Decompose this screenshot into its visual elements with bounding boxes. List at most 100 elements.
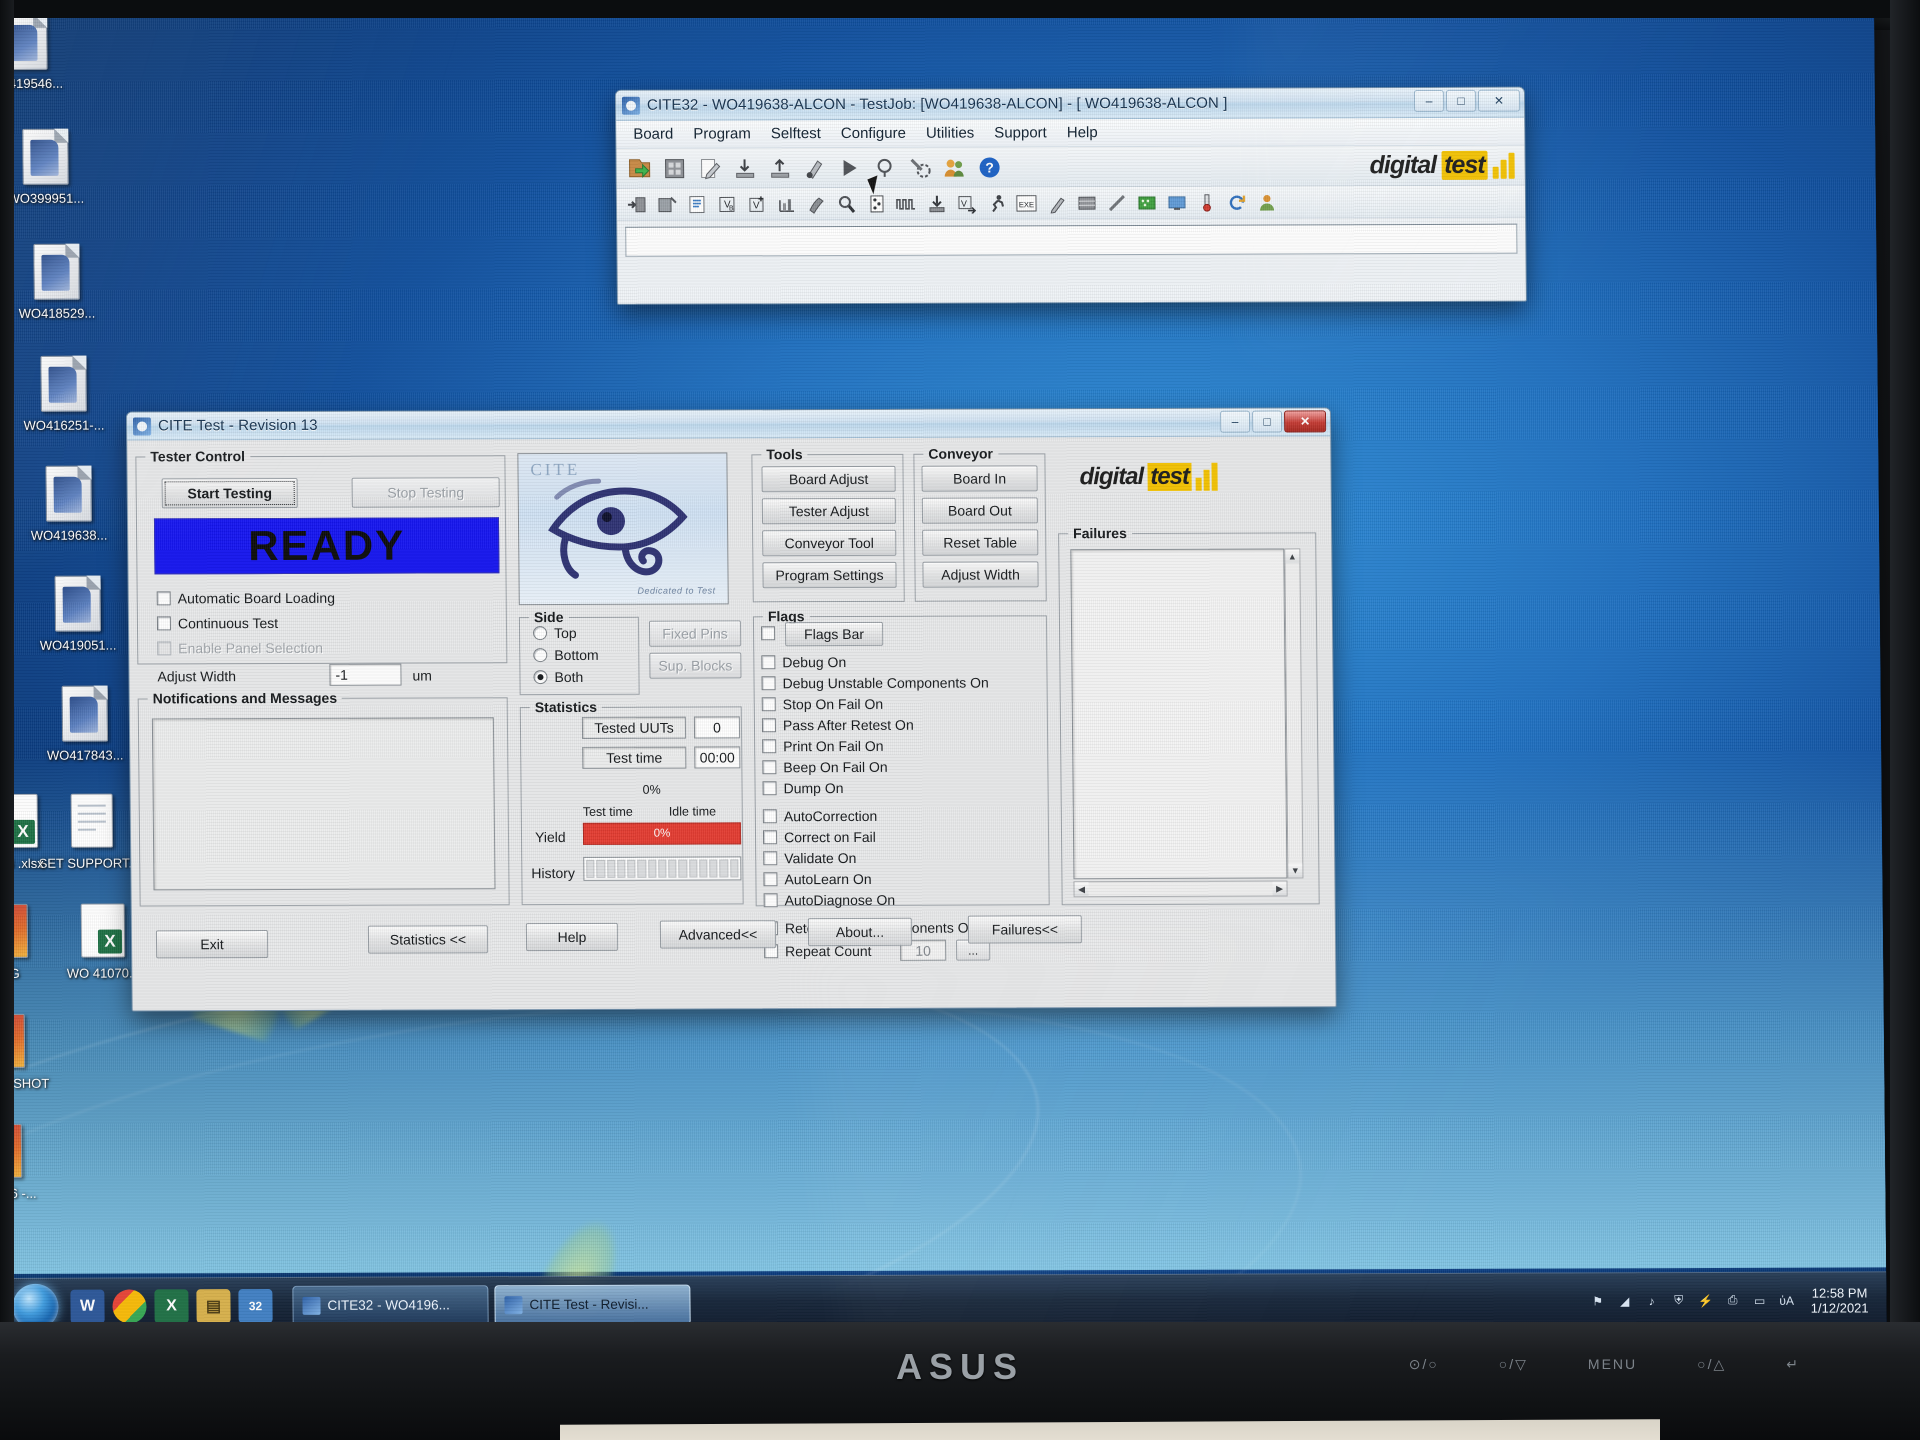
stop-testing-button[interactable]: Stop Testing bbox=[351, 477, 500, 508]
cite32-launch-icon[interactable]: 32 bbox=[238, 1288, 273, 1323]
vb-arrow-icon[interactable]: V bbox=[955, 192, 978, 215]
run-test-icon[interactable] bbox=[836, 154, 862, 180]
usb-icon[interactable]: ⚡ bbox=[1697, 1291, 1715, 1309]
pin-matrix-icon[interactable] bbox=[865, 192, 888, 215]
chart-icon[interactable] bbox=[775, 192, 798, 215]
checkbox-box[interactable] bbox=[762, 760, 777, 775]
cite32-titlebar[interactable]: CITE32 - WO419638-ALCON - TestJob: [WO41… bbox=[615, 87, 1525, 121]
menu-item-configure[interactable]: Configure bbox=[832, 122, 915, 145]
board-adjust-button[interactable]: Board Adjust bbox=[761, 465, 896, 493]
checkbox-beep-on-fail-on[interactable]: Beep On Fail On bbox=[762, 759, 888, 775]
checkbox-pass-after-retest-on[interactable]: Pass After Retest On bbox=[761, 717, 914, 734]
failures-toggle-button[interactable]: Failures<< bbox=[967, 915, 1083, 944]
download-program-icon[interactable] bbox=[731, 155, 757, 181]
radio-dot[interactable] bbox=[533, 648, 548, 663]
word-icon[interactable]: W bbox=[70, 1289, 105, 1324]
help-icon[interactable]: ? bbox=[976, 154, 1002, 180]
checkbox-autodiagnose-on[interactable]: AutoDiagnose On bbox=[763, 892, 895, 908]
menu-item-help[interactable]: Help bbox=[1058, 121, 1107, 144]
cite-test-window-buttons[interactable]: – □ ✕ bbox=[1219, 410, 1327, 433]
radio-side-both[interactable]: Both bbox=[533, 669, 583, 685]
monitor-osd-buttons[interactable]: ⊙/○ ○/▽ MENU ○/△ ↵ bbox=[1409, 1356, 1800, 1373]
osd-button-2[interactable]: ○/▽ bbox=[1499, 1356, 1528, 1373]
radio-side-bottom[interactable]: Bottom bbox=[533, 647, 599, 663]
board-in-icon[interactable] bbox=[625, 193, 648, 216]
user-icon[interactable] bbox=[1255, 191, 1278, 214]
failures-vertical-scrollbar[interactable]: ▲ ▼ bbox=[1284, 548, 1304, 879]
checkbox-stop-on-fail-on[interactable]: Stop On Fail On bbox=[761, 696, 883, 712]
maximize-button[interactable]: □ bbox=[1445, 89, 1477, 112]
desktop-icon[interactable]: WO419051... bbox=[17, 575, 138, 653]
checkbox-box[interactable] bbox=[763, 851, 778, 866]
battery-icon[interactable]: ▭ bbox=[1751, 1291, 1769, 1309]
checkbox-box[interactable] bbox=[762, 739, 777, 754]
vb-add-icon[interactable]: V bbox=[745, 192, 768, 215]
checkbox-flags-bar[interactable] bbox=[761, 626, 776, 641]
refresh-icon[interactable] bbox=[1225, 191, 1248, 214]
checkbox-box[interactable] bbox=[762, 809, 777, 824]
shield-icon[interactable]: ⛨ bbox=[1670, 1292, 1688, 1310]
checkbox-automatic-board-loading[interactable]: Automatic Board Loading bbox=[156, 590, 335, 607]
checkbox-box[interactable] bbox=[761, 718, 777, 733]
action-center-icon[interactable]: ⚑ bbox=[1589, 1292, 1607, 1310]
notifications-listbox[interactable] bbox=[151, 717, 496, 891]
board-scan-icon[interactable] bbox=[655, 193, 678, 216]
checkbox-box[interactable] bbox=[156, 591, 171, 606]
grid-icon[interactable] bbox=[1075, 191, 1098, 214]
quick-launch-bar[interactable]: W X ▤ 32 bbox=[70, 1288, 273, 1324]
close-button[interactable]: ✕ bbox=[1283, 410, 1327, 433]
board-layout-icon[interactable] bbox=[661, 155, 687, 181]
fixed-pins-button[interactable]: Fixed Pins bbox=[648, 620, 742, 647]
board-in-button[interactable]: Board In bbox=[921, 465, 1038, 492]
checkbox-box[interactable] bbox=[761, 697, 776, 712]
wrench-gear-icon[interactable] bbox=[906, 154, 932, 180]
program-settings-button[interactable]: Program Settings bbox=[762, 561, 897, 589]
scroll-up-arrow[interactable]: ▲ bbox=[1285, 549, 1300, 564]
minimize-button[interactable]: – bbox=[1219, 410, 1251, 433]
desktop-icon[interactable]: WO417843... bbox=[25, 685, 146, 763]
edit-pencil-icon[interactable] bbox=[696, 155, 722, 181]
statistics-toggle-button[interactable]: Statistics << bbox=[367, 925, 489, 954]
failures-horizontal-scrollbar[interactable]: ◀ ▶ bbox=[1073, 880, 1288, 898]
board-out-button[interactable]: Board Out bbox=[921, 497, 1039, 524]
desktop-icon[interactable]: WO416251-... bbox=[3, 355, 124, 433]
checkbox-autocorrection[interactable]: AutoCorrection bbox=[762, 808, 877, 824]
fixture-icon[interactable] bbox=[805, 192, 828, 215]
runner-icon[interactable] bbox=[985, 191, 1008, 214]
flags-bar-button[interactable]: Flags Bar bbox=[784, 621, 884, 647]
desktop-icon[interactable]: WO418529... bbox=[0, 243, 117, 321]
printer-icon[interactable]: ⎙ bbox=[1724, 1291, 1742, 1309]
checkbox-correct-on-fail[interactable]: Correct on Fail bbox=[762, 829, 876, 845]
menu-item-utilities[interactable]: Utilities bbox=[917, 122, 984, 145]
checkbox-box[interactable] bbox=[762, 781, 777, 796]
vb-measure-icon[interactable]: VB bbox=[715, 192, 738, 215]
reset-table-button[interactable]: Reset Table bbox=[922, 529, 1039, 556]
report-list-icon[interactable] bbox=[685, 193, 708, 216]
cite-test-window[interactable]: CITE Test - Revision 13 – □ ✕ Tester Con… bbox=[125, 407, 1337, 1012]
monitor-icon[interactable] bbox=[1165, 191, 1188, 214]
osd-button-power[interactable]: ↵ bbox=[1786, 1356, 1800, 1373]
checkbox-box[interactable] bbox=[762, 830, 778, 845]
checkbox-box[interactable] bbox=[761, 655, 776, 670]
radio-side-top[interactable]: Top bbox=[532, 625, 577, 641]
cite32-window[interactable]: CITE32 - WO419638-ALCON - TestJob: [WO41… bbox=[614, 86, 1527, 305]
green-board-icon[interactable] bbox=[1135, 191, 1158, 214]
clock[interactable]: 12:58 PM 1/12/2021 bbox=[1805, 1285, 1869, 1315]
menu-item-selftest[interactable]: Selftest bbox=[762, 122, 830, 145]
close-button[interactable]: ✕ bbox=[1477, 89, 1521, 112]
minimize-button[interactable]: – bbox=[1413, 89, 1445, 113]
network-icon[interactable]: ◢ bbox=[1616, 1292, 1634, 1310]
speaker-icon[interactable]: ὐA bbox=[1778, 1291, 1796, 1309]
sup-blocks-button[interactable]: Sup. Blocks bbox=[649, 652, 742, 679]
upload-program-icon[interactable] bbox=[766, 155, 792, 181]
taskbar-window-cite32[interactable]: CITE32 - WO4196... bbox=[292, 1284, 489, 1326]
maximize-button[interactable]: □ bbox=[1251, 410, 1283, 433]
checkbox-box[interactable] bbox=[763, 893, 778, 908]
magnifier-icon[interactable] bbox=[835, 192, 858, 215]
scroll-left-arrow[interactable]: ◀ bbox=[1074, 882, 1089, 897]
checkbox-debug-on[interactable]: Debug On bbox=[761, 654, 846, 670]
about-button[interactable]: About... bbox=[807, 917, 913, 947]
system-tray[interactable]: ⚑ ◢ ♪ ⛨ ⚡ ⎙ ▭ ὐA 12:58 PM 1/12/2021 bbox=[1589, 1285, 1881, 1316]
help-button[interactable]: Help bbox=[525, 922, 619, 952]
thermo-icon[interactable] bbox=[1195, 191, 1218, 214]
